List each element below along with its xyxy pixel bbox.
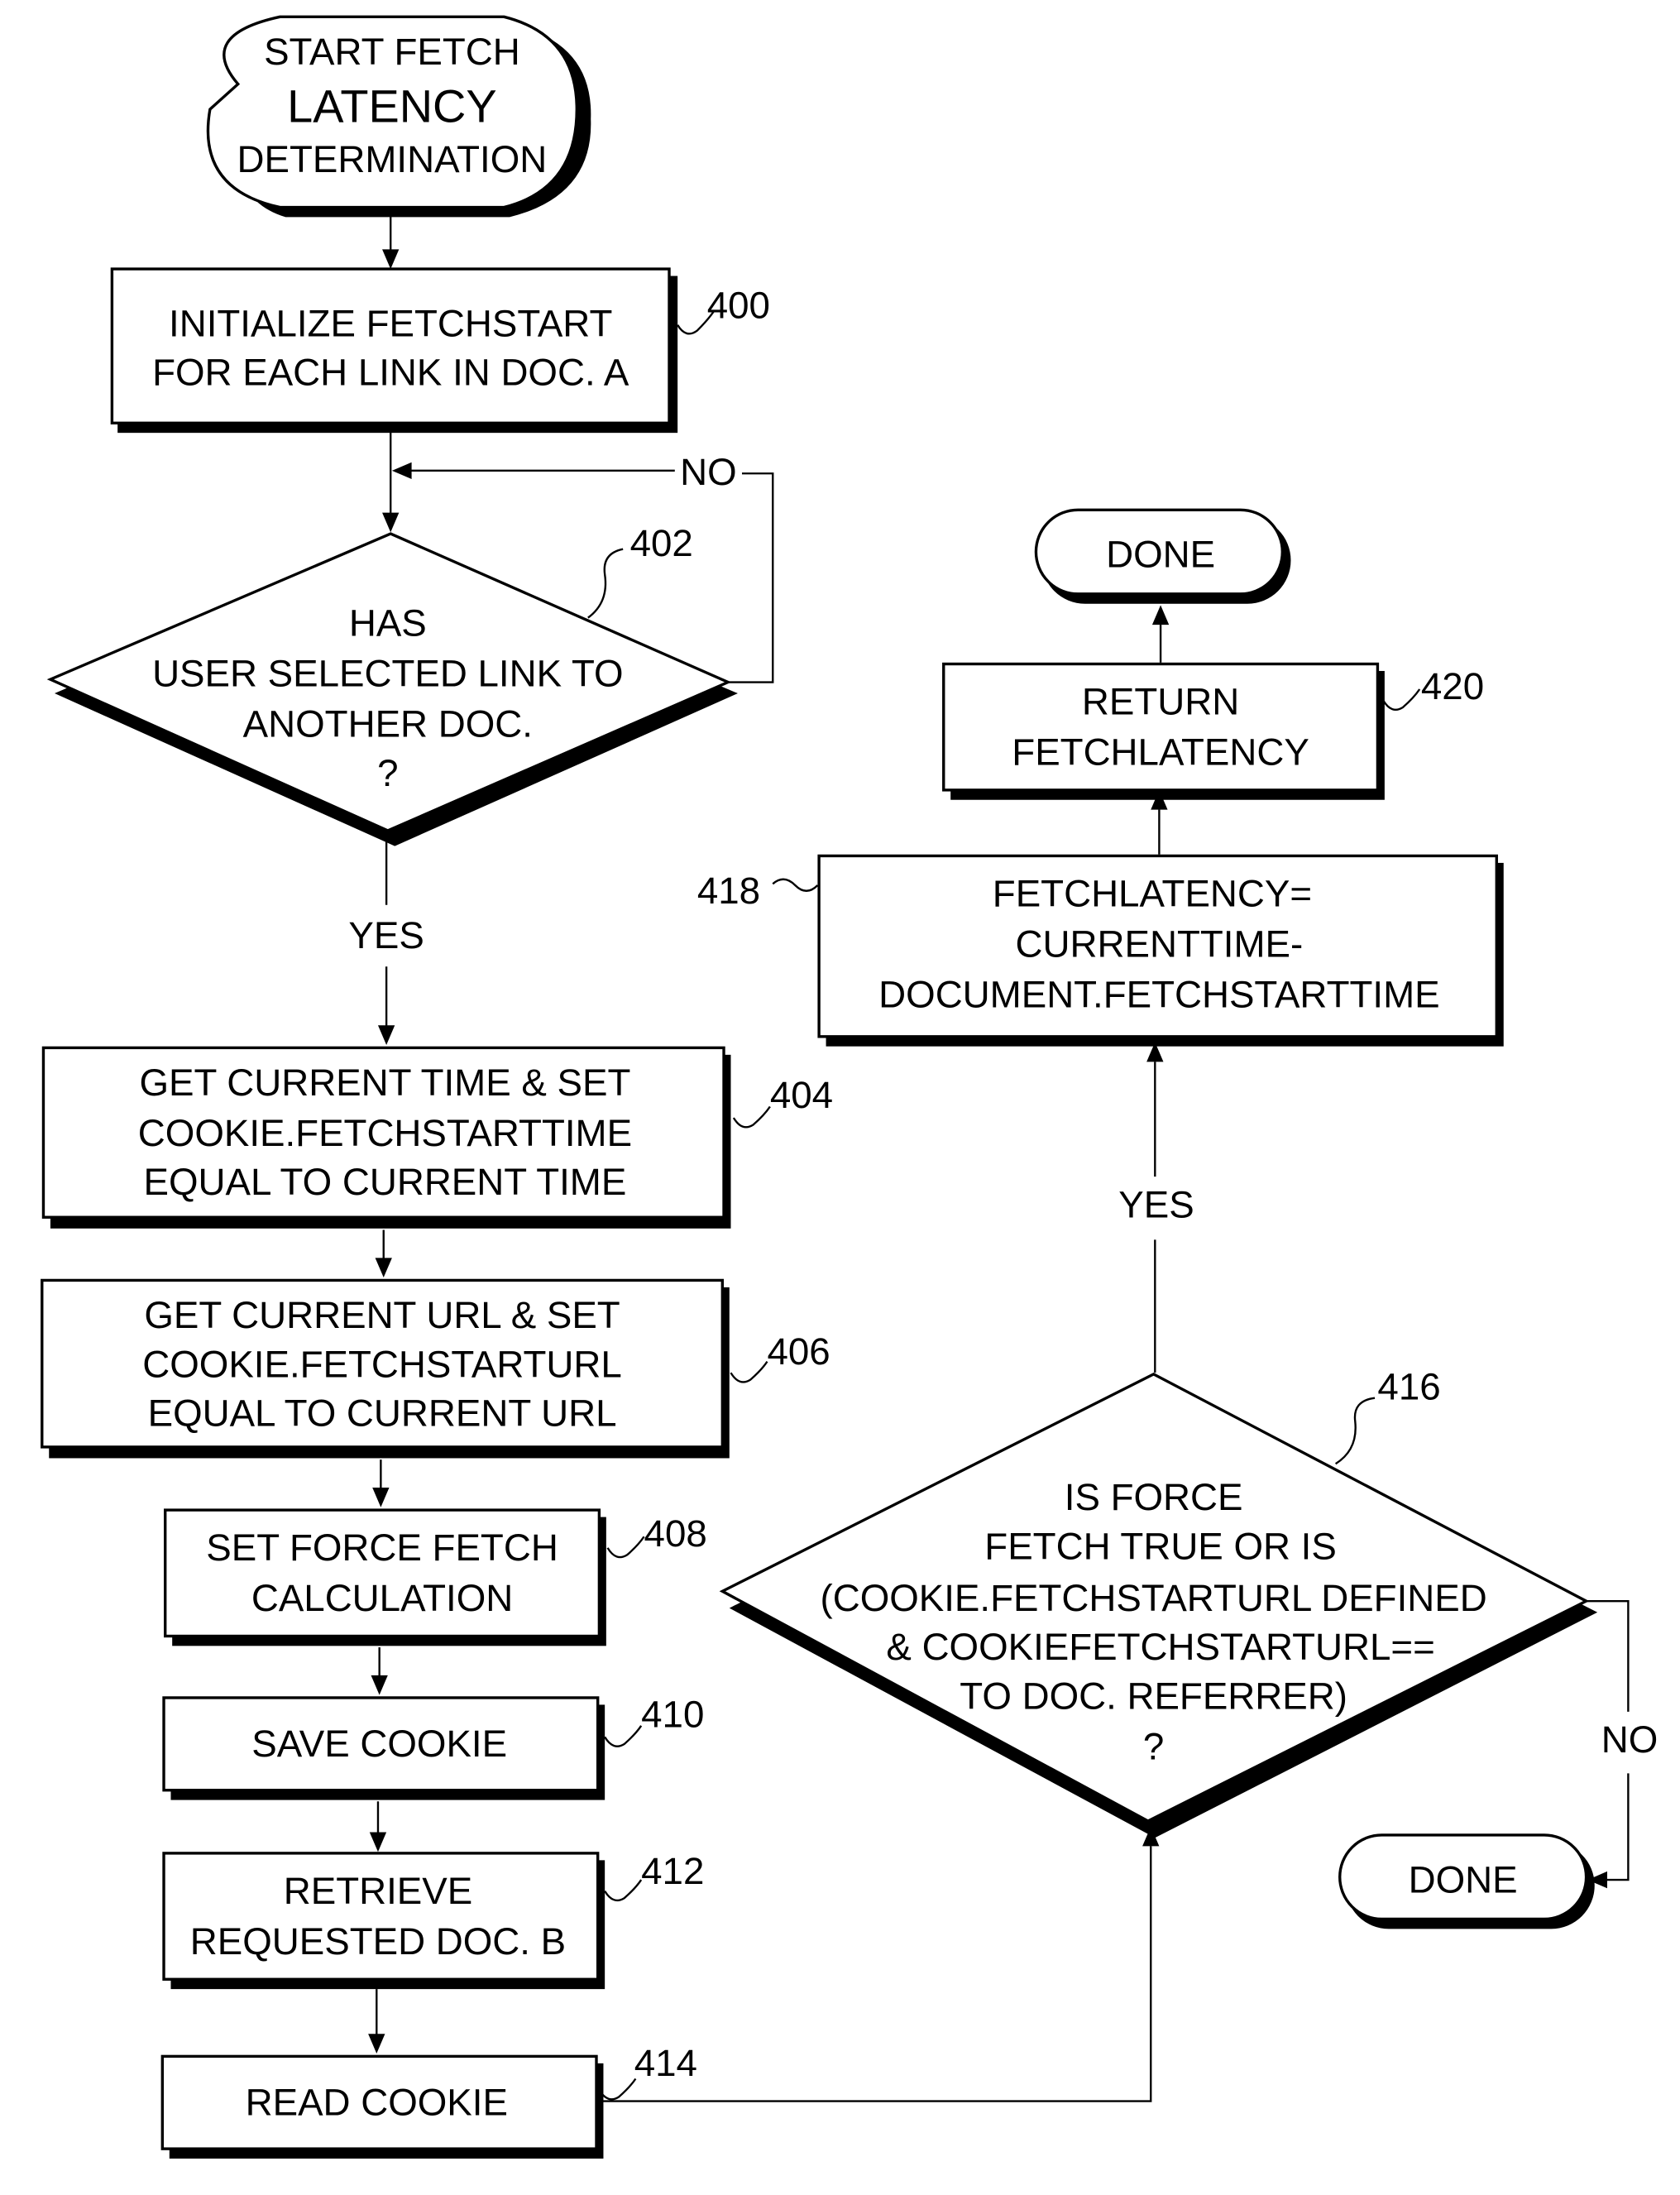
ref-label-414: 414 (634, 2042, 697, 2084)
edge-404-to-406 (375, 1229, 392, 1278)
process-box-404: GET CURRENT TIME & SET COOKIE.FETCHSTART… (41, 1046, 833, 1229)
arrowhead-icon (1151, 605, 1170, 625)
diamond-416-line-1: IS FORCE (1065, 1476, 1243, 1518)
diamond-402-line-3: ANOTHER DOC. (243, 703, 533, 745)
box-406-line-1: GET CURRENT URL & SET (144, 1294, 620, 1336)
ref-leader-412 (604, 1879, 643, 1902)
edge-label-yes-402: YES (348, 914, 424, 956)
box-408-line-2: CALCULATION (251, 1577, 513, 1619)
arrowhead-icon (382, 512, 400, 533)
edge-label-no-416: NO (1601, 1718, 1658, 1761)
done-terminator-top: DONE (1034, 508, 1291, 604)
arrowhead-icon (368, 2034, 385, 2054)
edge-label-yes-416: YES (1118, 1183, 1194, 1225)
edge-label-no-402: NO (680, 451, 737, 493)
edge-402-yes-to-404: YES (348, 835, 424, 1046)
box-412-line-1: RETRIEVE (284, 1870, 472, 1912)
diamond-402-line-2: USER SELECTED LINK TO (152, 653, 623, 695)
arrowhead-icon (382, 249, 400, 270)
process-box-418: FETCHLATENCY= CURRENTTIME- DOCUMENT.FETC… (697, 854, 1504, 1047)
box-420-line-2: FETCHLATENCY (1012, 731, 1309, 773)
ref-leader-410 (604, 1725, 643, 1747)
box-404-line-2: COOKIE.FETCHSTARTTIME (138, 1112, 632, 1154)
box-400-line-2: FOR EACH LINK IN DOC. A (152, 352, 629, 394)
process-box-408: SET FORCE FETCH CALCULATION 408 (164, 1508, 707, 1646)
arrowhead-icon (391, 462, 412, 480)
edge-408-to-410 (371, 1647, 388, 1695)
ref-label-402: 402 (630, 522, 693, 564)
box-404-line-1: GET CURRENT TIME & SET (139, 1062, 630, 1104)
box-418-line-2: CURRENTTIME- (1016, 923, 1304, 965)
arrowhead-icon (371, 1675, 388, 1695)
ref-label-408: 408 (644, 1512, 707, 1555)
ref-label-400: 400 (707, 284, 770, 326)
edge-406-to-408 (372, 1459, 390, 1507)
edge-412-to-414 (368, 1989, 385, 2054)
process-box-412: RETRIEVE REQUESTED DOC. B 412 (162, 1850, 704, 1990)
decision-diamond-402: HAS USER SELECTED LINK TO ANOTHER DOC. ?… (46, 522, 738, 846)
done-terminator-bottom: DONE (1338, 1833, 1595, 1929)
box-420-line-1: RETURN (1082, 680, 1239, 722)
process-box-400: INITIALIZE FETCHSTART FOR EACH LINK IN D… (110, 267, 770, 434)
diamond-402-line-1: HAS (349, 602, 427, 645)
box-414-line-1: READ COOKIE (246, 2081, 508, 2123)
ref-leader-406 (730, 1360, 768, 1383)
arrowhead-icon (372, 1488, 390, 1507)
diamond-416-line-6: ? (1143, 1725, 1164, 1767)
box-406-line-2: COOKIE.FETCHSTARTURL (142, 1343, 622, 1385)
ref-leader-402 (587, 548, 624, 619)
ref-label-420: 420 (1421, 665, 1484, 707)
decision-diamond-416: IS FORCE FETCH TRUE OR IS (COOKIE.FETCHS… (719, 1365, 1598, 1838)
start-line-3: DETERMINATION (237, 138, 548, 180)
box-404-line-3: EQUAL TO CURRENT TIME (144, 1161, 627, 1203)
done-top-label: DONE (1106, 534, 1215, 576)
ref-label-416: 416 (1377, 1365, 1440, 1407)
ref-label-418: 418 (697, 870, 760, 912)
edge-start-to-400 (382, 213, 400, 270)
ref-leader-420 (1382, 688, 1421, 711)
start-line-2: LATENCY (287, 79, 496, 132)
diamond-416-line-4: & COOKIEFETCHSTARTURL== (886, 1626, 1434, 1668)
start-terminator: START FETCH LATENCY DETERMINATION (206, 15, 591, 218)
done-bottom-label: DONE (1409, 1858, 1518, 1900)
ref-leader-418 (772, 878, 819, 892)
edge-416-no-to-done: NO (1586, 1599, 1658, 1889)
edge-420-to-done (1151, 605, 1170, 663)
edge-410-to-412 (369, 1801, 387, 1852)
arrowhead-icon (369, 1832, 387, 1852)
ref-leader-416 (1335, 1397, 1376, 1465)
box-410-line-1: SAVE COOKIE (251, 1723, 507, 1765)
ref-label-410: 410 (641, 1694, 704, 1736)
ref-leader-408 (606, 1536, 645, 1559)
process-box-420: RETURN FETCHLATENCY 420 (942, 662, 1484, 800)
box-418-line-1: FETCHLATENCY= (993, 872, 1312, 914)
diamond-402-line-4: ? (377, 752, 398, 794)
flowchart-diagram: START FETCH LATENCY DETERMINATION INITIA… (41, 15, 1658, 2159)
arrowhead-icon (377, 1025, 395, 1046)
ref-leader-404 (732, 1105, 771, 1129)
diamond-416-line-2: FETCH TRUE OR IS (984, 1525, 1337, 1567)
ref-leader-414 (598, 2078, 637, 2101)
box-400-line-1: INITIALIZE FETCHSTART (169, 302, 612, 344)
edge-416-yes-to-418: YES (1118, 1042, 1194, 1373)
arrowhead-icon (375, 1258, 392, 1278)
ref-label-404: 404 (770, 1074, 833, 1116)
edge-400-to-402 (382, 425, 400, 533)
start-line-1: START FETCH (264, 31, 520, 73)
box-408-line-1: SET FORCE FETCH (206, 1526, 558, 1569)
box-406-line-3: EQUAL TO CURRENT URL (148, 1392, 617, 1435)
diamond-416-line-3: (COOKIE.FETCHSTARTURL DEFINED (821, 1577, 1487, 1619)
process-box-410: SAVE COOKIE 410 (162, 1694, 704, 1800)
box-412-line-2: REQUESTED DOC. B (190, 1920, 566, 1963)
ref-label-412: 412 (641, 1850, 704, 1892)
ref-label-406: 406 (767, 1330, 830, 1373)
diamond-416-line-5: TO DOC. REFERRER) (960, 1675, 1347, 1718)
process-box-406: GET CURRENT URL & SET COOKIE.FETCHSTARTU… (41, 1278, 830, 1459)
box-418-line-3: DOCUMENT.FETCHSTARTTIME (878, 973, 1439, 1015)
